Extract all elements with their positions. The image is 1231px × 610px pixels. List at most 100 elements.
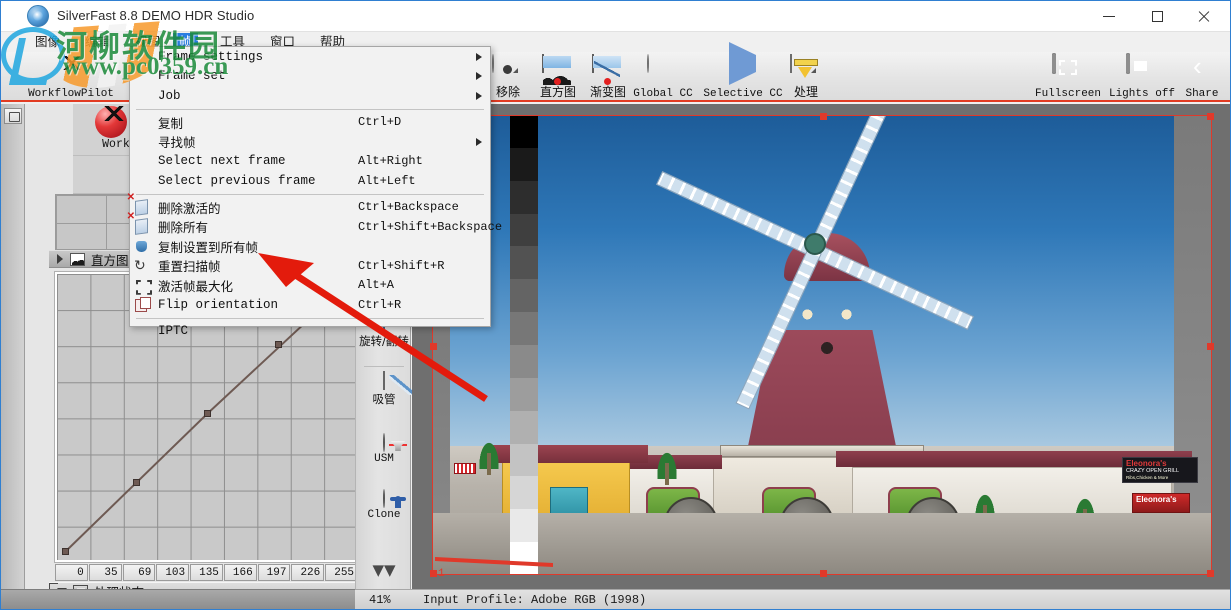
curve-value-cell[interactable]: 226	[291, 564, 324, 581]
sign-line-1: Eleonora's	[1126, 459, 1167, 468]
menu-item-shortcut: Ctrl+Shift+Backspace	[358, 220, 502, 234]
toolbar-process[interactable]: 处理	[769, 54, 843, 100]
color-wheel-icon	[647, 54, 649, 73]
curve-point[interactable]	[62, 548, 69, 555]
histogram-section-label: 直方图	[91, 250, 129, 269]
tool-usm[interactable]: USM	[356, 434, 412, 465]
sign-red-text: Eleonora's	[1136, 495, 1177, 504]
palm-tree	[654, 445, 680, 479]
curve-value-cell[interactable]: 197	[258, 564, 291, 581]
menu-item-label: Flip orientation	[158, 298, 278, 312]
menu-item-label: Job	[158, 89, 181, 103]
menu-item-label: Frame settings	[158, 50, 263, 64]
frame-dropdown-menu[interactable]: Frame settings Frame set Job 复制 Ctrl+D 寻…	[129, 46, 491, 327]
menu-item-label: Select next frame	[158, 154, 286, 168]
minimize-icon	[1103, 16, 1115, 17]
menu-item-delete-all[interactable]: 删除所有 Ctrl+Shift+Backspace	[130, 217, 490, 237]
menu-item-frame-set[interactable]: Frame set	[130, 67, 490, 87]
menu-item-frame-settings[interactable]: Frame settings	[130, 47, 490, 67]
menu-item-shortcut: Ctrl+R	[358, 298, 401, 312]
restaurant-sign-red: Eleonora's	[1132, 493, 1190, 513]
curve-value-cell[interactable]: 69	[123, 564, 156, 581]
curve-value-cell[interactable]: 103	[156, 564, 189, 581]
tool-divider	[364, 366, 404, 367]
toolbar-workflow-pilot[interactable]: WorkflowPilot	[17, 54, 125, 100]
tool-clone[interactable]: Clone	[356, 490, 412, 521]
menu-item-delete-active[interactable]: 删除激活的 Ctrl+Backspace	[130, 198, 490, 218]
menu-separator	[136, 194, 484, 195]
menu-item-select-next-frame[interactable]: Select next frame Alt+Right	[130, 152, 490, 172]
selective-cc-icon	[729, 42, 756, 85]
status-input-profile: Input Profile: Adobe RGB (1998)	[423, 593, 646, 607]
scroll-down-chevrons[interactable]: ▼▼	[356, 566, 412, 575]
histogram-icon	[542, 54, 544, 73]
toolbar-label-gradation: 渐变图	[590, 83, 626, 100]
submenu-arrow-icon	[476, 72, 482, 80]
app-logo-icon	[27, 5, 49, 27]
left-dock-rail	[1, 104, 25, 589]
menu-item-maximize-active-frame[interactable]: 激活帧最大化 Alt+A	[130, 276, 490, 296]
tool-label-usm: USM	[356, 453, 412, 465]
minimize-button[interactable]	[1086, 1, 1132, 31]
usm-icon	[383, 433, 385, 452]
menu-item-shortcut: Ctrl+D	[358, 115, 401, 129]
menu-item-label: 重置扫描帧	[158, 256, 221, 275]
restaurant-sign-black: Eleonora's CRAZY OPEN GRILL Ribs,Chicken…	[1122, 457, 1198, 483]
curve-value-cell[interactable]: 166	[224, 564, 257, 581]
menu-item-job[interactable]: Job	[130, 86, 490, 106]
menu-item-label: 激活帧最大化	[158, 276, 233, 295]
curve-point[interactable]	[204, 410, 211, 417]
curve-value-cell[interactable]: 255	[325, 564, 358, 581]
toolbar-global-cc[interactable]: Global CC	[623, 54, 703, 100]
toolbar-label-share: Share	[1185, 88, 1218, 100]
curve-point[interactable]	[133, 479, 140, 486]
fullscreen-icon	[1052, 53, 1056, 74]
tool-pipette[interactable]: 吸管	[356, 372, 412, 407]
submenu-arrow-icon	[476, 138, 482, 146]
pipette-icon	[383, 371, 385, 390]
menu-item-shortcut: Ctrl+Backspace	[358, 200, 459, 214]
toolbar-share[interactable]: Share	[1173, 54, 1231, 100]
menu-item-iptc[interactable]: IPTC	[130, 322, 490, 342]
menu-separator	[136, 318, 484, 319]
menu-item-label: Frame set	[158, 69, 226, 83]
toolbar-fullscreen[interactable]: Fullscreen	[1031, 54, 1105, 100]
title-bar: SilverFast 8.8 DEMO HDR Studio	[1, 1, 1230, 32]
menu-item-label: 寻找帧	[158, 132, 196, 151]
close-icon	[1197, 10, 1210, 23]
menu-item-select-previous-frame[interactable]: Select previous frame Alt+Left	[130, 171, 490, 191]
tool-label-clone: Clone	[356, 509, 412, 521]
curve-point[interactable]	[275, 341, 282, 348]
menu-edit[interactable]: 编辑	[79, 33, 116, 51]
preview-image[interactable]: Eleonora's CRAZY OPEN GRILL Ribs,Chicken…	[432, 115, 1212, 575]
corner-triangle-icon	[508, 68, 518, 73]
maximize-icon	[1152, 11, 1163, 22]
menu-item-find-frame[interactable]: 寻找帧	[130, 132, 490, 152]
red-dot-icon	[604, 78, 611, 85]
menu-item-copy-settings-to-all[interactable]: 复制设置到所有帧	[130, 237, 490, 257]
image-canvas[interactable]: Eleonora's CRAZY OPEN GRILL Ribs,Chicken…	[412, 104, 1230, 589]
curve-value-row: 0 35 69 103 135 166 197 226 255	[55, 564, 359, 581]
status-bar: 41% Input Profile: Adobe RGB (1998)	[355, 589, 1230, 609]
crop-label-bottom: 1	[438, 568, 445, 580]
maximize-button[interactable]	[1134, 1, 1180, 31]
menu-image[interactable]: 图像	[29, 33, 66, 51]
close-button[interactable]	[1180, 1, 1226, 31]
curve-value-cell[interactable]: 35	[89, 564, 122, 581]
toolbar-lights-off[interactable]: Lights off	[1105, 54, 1179, 100]
image-small-badge	[454, 463, 476, 474]
curve-value-cell[interactable]: 0	[55, 564, 88, 581]
menu-item-flip-orientation[interactable]: Flip orientation Ctrl+R	[130, 295, 490, 315]
dock-toggle-button[interactable]	[4, 108, 22, 124]
menu-item-duplicate[interactable]: 复制 Ctrl+D	[130, 113, 490, 133]
curve-value-cell[interactable]: 135	[190, 564, 223, 581]
menu-item-label: 复制	[158, 113, 183, 132]
red-dot-icon	[554, 78, 561, 85]
windmill-hub	[804, 233, 826, 255]
toolbar-label-dust-removal: 移除	[496, 83, 520, 100]
menu-item-shortcut: Ctrl+Shift+R	[358, 259, 444, 273]
refresh-icon: ↻	[134, 257, 146, 273]
process-icon	[790, 54, 792, 73]
menu-item-reset-scan-frame[interactable]: ↻ 重置扫描帧 Ctrl+Shift+R	[130, 256, 490, 276]
toolbar-label-lights-off: Lights off	[1109, 88, 1175, 100]
